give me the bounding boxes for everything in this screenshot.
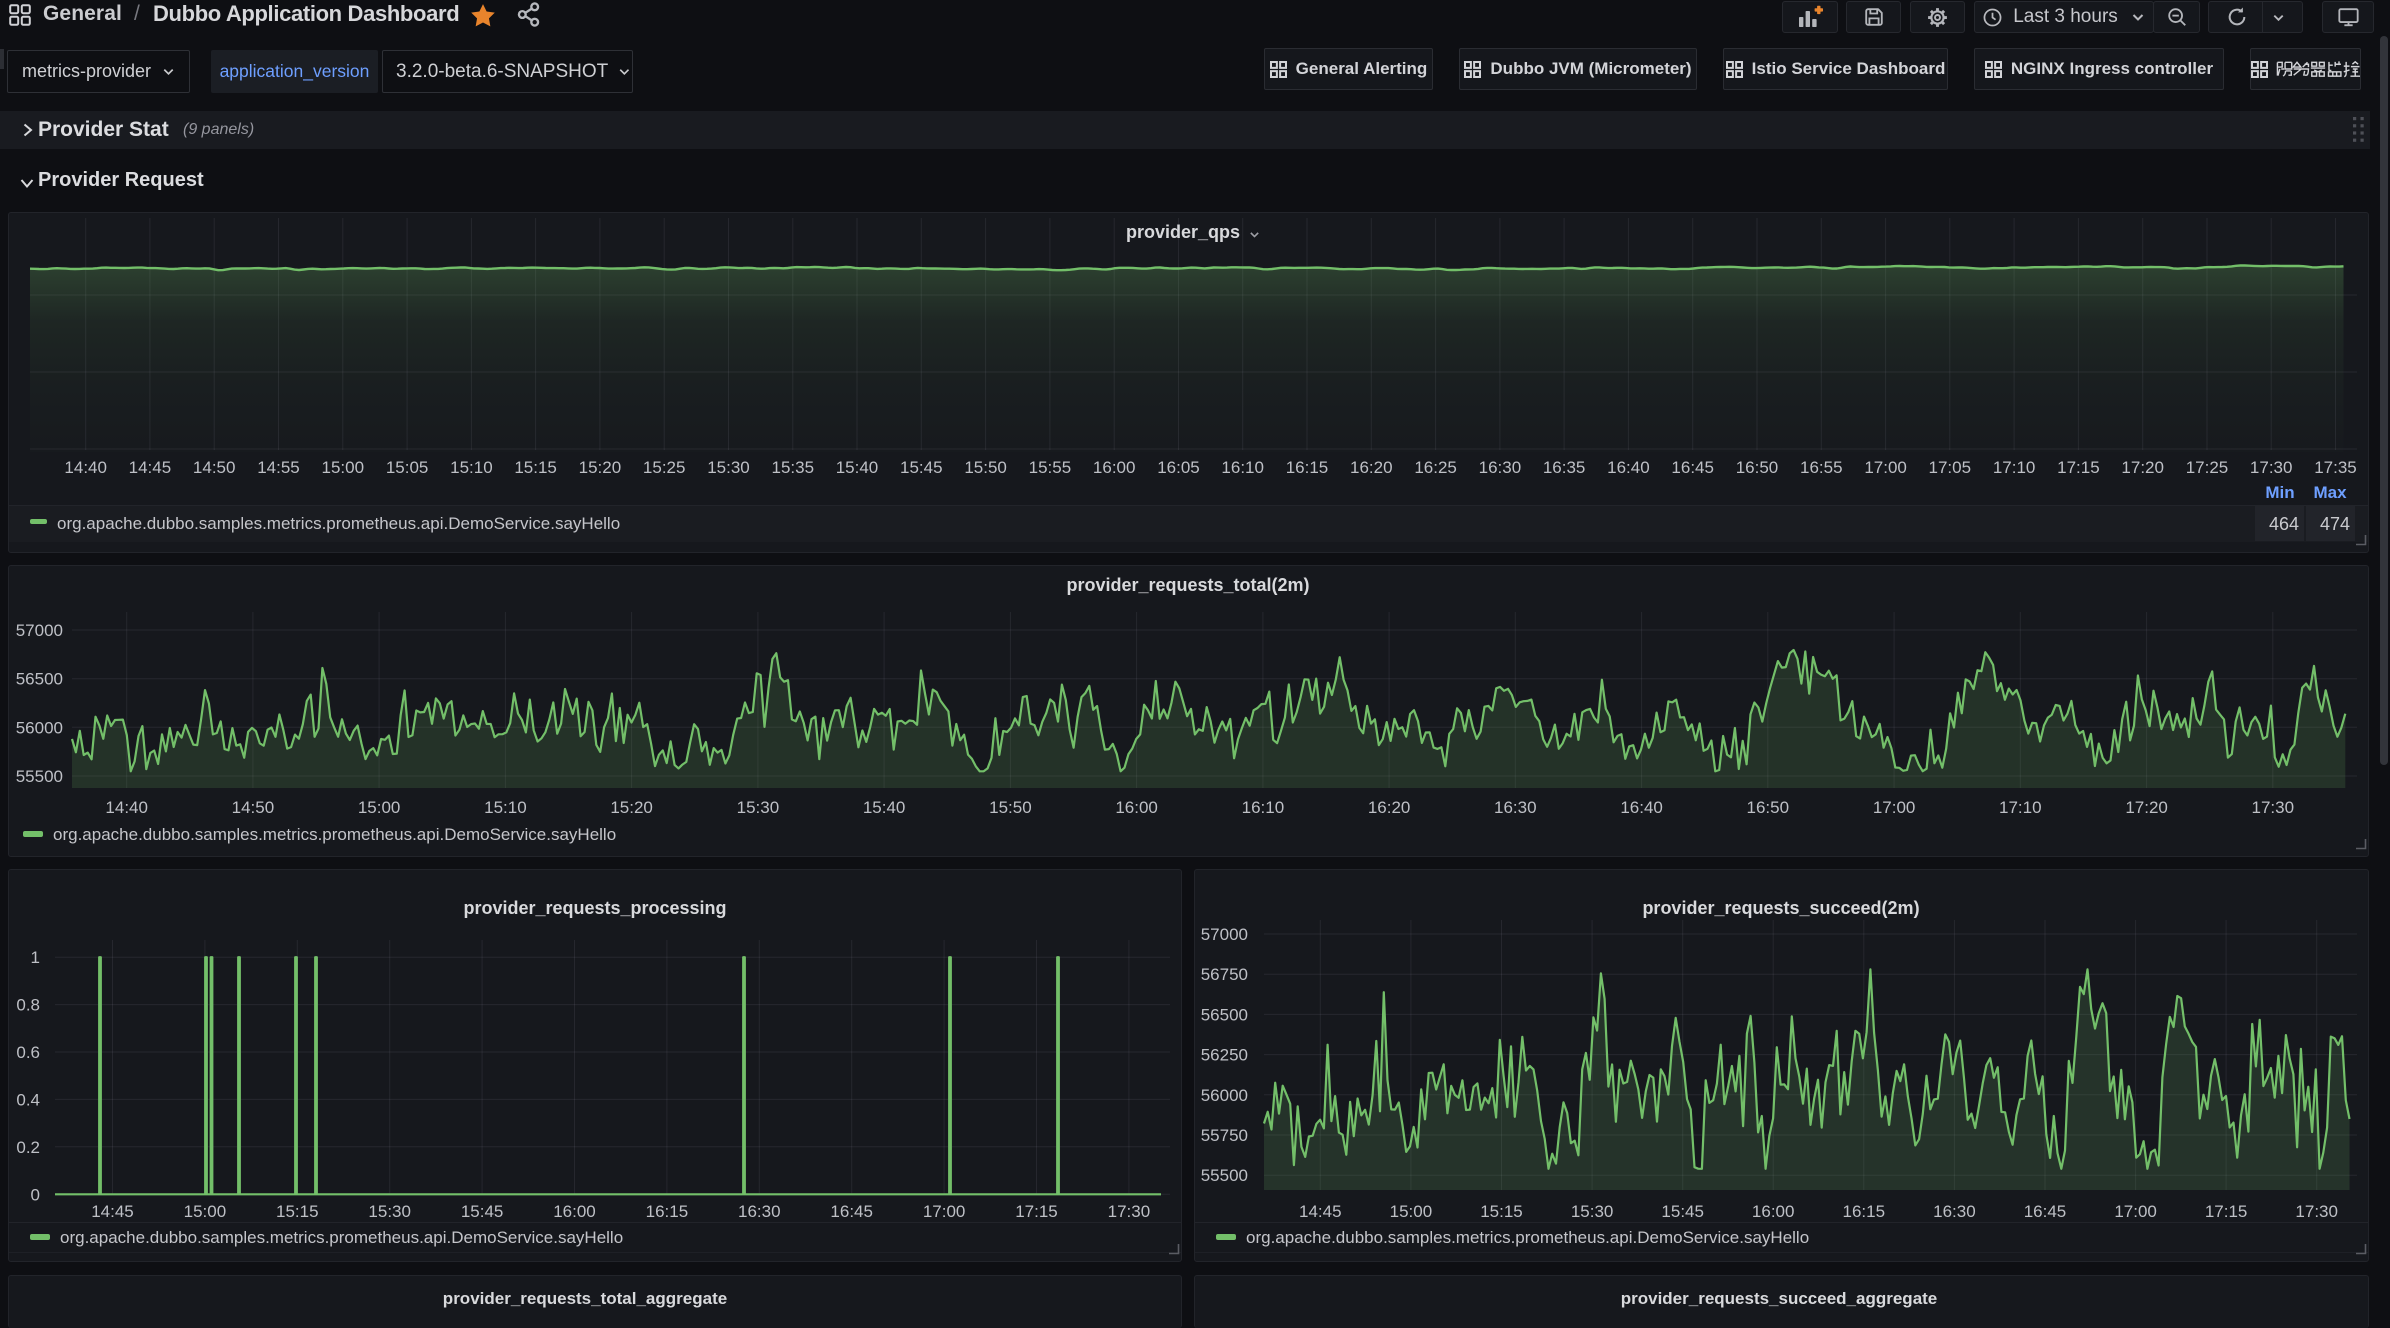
svg-text:16:10: 16:10: [1221, 458, 1264, 477]
svg-text:14:50: 14:50: [232, 798, 275, 817]
svg-text:16:05: 16:05: [1157, 458, 1200, 477]
svg-text:15:50: 15:50: [964, 458, 1007, 477]
svg-text:14:40: 14:40: [105, 798, 148, 817]
svg-text:55500: 55500: [1201, 1166, 1248, 1185]
svg-text:15:20: 15:20: [579, 458, 622, 477]
svg-text:0.8: 0.8: [16, 996, 40, 1015]
svg-text:16:30: 16:30: [1494, 798, 1537, 817]
svg-text:15:30: 15:30: [707, 458, 750, 477]
svg-text:17:20: 17:20: [2121, 458, 2164, 477]
svg-text:17:00: 17:00: [2114, 1202, 2157, 1221]
svg-text:56250: 56250: [1201, 1046, 1248, 1065]
svg-text:15:25: 15:25: [643, 458, 686, 477]
svg-text:15:15: 15:15: [514, 458, 557, 477]
svg-text:56500: 56500: [16, 670, 63, 689]
svg-text:17:15: 17:15: [2205, 1202, 2248, 1221]
svg-text:16:00: 16:00: [553, 1202, 596, 1221]
svg-text:15:15: 15:15: [1480, 1202, 1523, 1221]
svg-text:15:20: 15:20: [610, 798, 653, 817]
svg-text:14:50: 14:50: [193, 458, 236, 477]
svg-text:16:00: 16:00: [1093, 458, 1136, 477]
svg-text:14:55: 14:55: [257, 458, 300, 477]
svg-text:16:00: 16:00: [1752, 1202, 1795, 1221]
svg-text:17:25: 17:25: [2186, 458, 2229, 477]
svg-text:16:00: 16:00: [1115, 798, 1158, 817]
svg-text:17:20: 17:20: [2125, 798, 2168, 817]
svg-text:0: 0: [31, 1185, 40, 1204]
svg-text:0.6: 0.6: [16, 1043, 40, 1062]
svg-text:16:50: 16:50: [1747, 798, 1790, 817]
svg-text:15:10: 15:10: [484, 798, 527, 817]
svg-text:56000: 56000: [16, 718, 63, 737]
svg-text:15:35: 15:35: [772, 458, 815, 477]
svg-text:56000: 56000: [1201, 1086, 1248, 1105]
svg-text:15:00: 15:00: [322, 458, 365, 477]
svg-text:16:15: 16:15: [1286, 458, 1329, 477]
svg-text:15:00: 15:00: [184, 1202, 227, 1221]
svg-text:16:20: 16:20: [1368, 798, 1411, 817]
svg-text:17:10: 17:10: [1993, 458, 2036, 477]
svg-text:14:45: 14:45: [1299, 1202, 1342, 1221]
svg-text:16:40: 16:40: [1620, 798, 1663, 817]
svg-text:15:30: 15:30: [368, 1202, 411, 1221]
svg-text:16:20: 16:20: [1350, 458, 1393, 477]
svg-text:16:15: 16:15: [646, 1202, 689, 1221]
svg-text:55500: 55500: [16, 767, 63, 786]
svg-text:57000: 57000: [16, 621, 63, 640]
svg-text:15:40: 15:40: [836, 458, 879, 477]
svg-text:17:00: 17:00: [1864, 458, 1907, 477]
svg-text:16:45: 16:45: [2024, 1202, 2067, 1221]
svg-text:16:30: 16:30: [1933, 1202, 1976, 1221]
svg-text:17:30: 17:30: [1108, 1202, 1151, 1221]
svg-text:56750: 56750: [1201, 965, 1248, 984]
svg-text:17:10: 17:10: [1999, 798, 2042, 817]
svg-text:15:00: 15:00: [358, 798, 401, 817]
svg-text:55750: 55750: [1201, 1126, 1248, 1145]
svg-text:16:10: 16:10: [1242, 798, 1285, 817]
svg-text:16:50: 16:50: [1736, 458, 1779, 477]
svg-text:17:15: 17:15: [2057, 458, 2100, 477]
svg-text:16:45: 16:45: [1671, 458, 1714, 477]
svg-text:0.2: 0.2: [16, 1138, 40, 1157]
svg-text:15:45: 15:45: [461, 1202, 504, 1221]
svg-text:17:30: 17:30: [2252, 798, 2295, 817]
svg-text:16:45: 16:45: [830, 1202, 873, 1221]
svg-text:14:40: 14:40: [64, 458, 107, 477]
svg-text:56500: 56500: [1201, 1005, 1248, 1024]
svg-text:15:15: 15:15: [276, 1202, 319, 1221]
svg-text:17:15: 17:15: [1015, 1202, 1058, 1221]
svg-text:15:05: 15:05: [386, 458, 429, 477]
svg-text:15:45: 15:45: [1661, 1202, 1704, 1221]
svg-text:1: 1: [31, 948, 40, 967]
svg-text:16:25: 16:25: [1414, 458, 1457, 477]
svg-text:16:15: 16:15: [1843, 1202, 1886, 1221]
svg-text:17:35: 17:35: [2314, 458, 2357, 477]
svg-text:15:00: 15:00: [1390, 1202, 1433, 1221]
svg-text:17:00: 17:00: [1873, 798, 1916, 817]
svg-text:16:55: 16:55: [1800, 458, 1843, 477]
svg-text:15:10: 15:10: [450, 458, 493, 477]
svg-text:17:30: 17:30: [2295, 1202, 2338, 1221]
svg-text:16:30: 16:30: [738, 1202, 781, 1221]
svg-text:17:05: 17:05: [1929, 458, 1972, 477]
svg-text:16:30: 16:30: [1479, 458, 1522, 477]
svg-text:17:30: 17:30: [2250, 458, 2293, 477]
svg-text:16:40: 16:40: [1607, 458, 1650, 477]
svg-text:57000: 57000: [1201, 925, 1248, 944]
svg-text:14:45: 14:45: [129, 458, 172, 477]
svg-text:15:30: 15:30: [1571, 1202, 1614, 1221]
svg-text:17:00: 17:00: [923, 1202, 966, 1221]
svg-text:16:35: 16:35: [1543, 458, 1586, 477]
svg-text:0.4: 0.4: [16, 1090, 40, 1109]
svg-text:15:40: 15:40: [863, 798, 906, 817]
svg-text:15:45: 15:45: [900, 458, 943, 477]
svg-text:15:30: 15:30: [737, 798, 780, 817]
svg-text:15:50: 15:50: [989, 798, 1032, 817]
svg-text:15:55: 15:55: [1029, 458, 1072, 477]
svg-text:14:45: 14:45: [91, 1202, 134, 1221]
